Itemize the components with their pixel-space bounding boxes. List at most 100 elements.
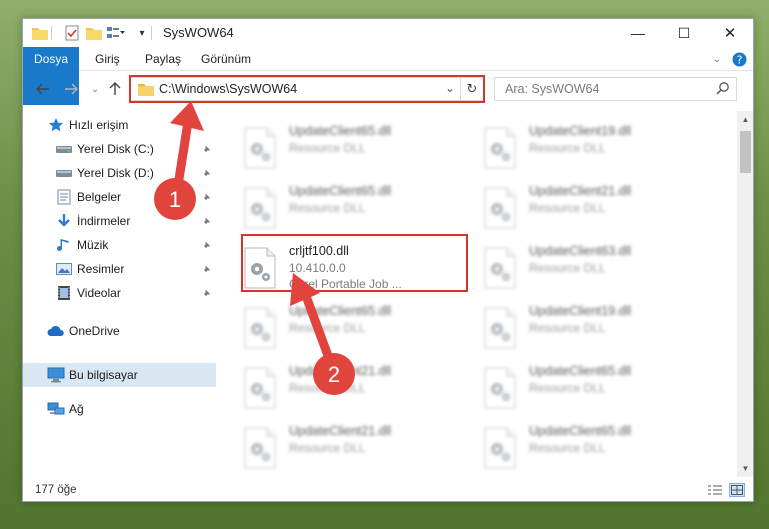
- file-description: Resource DLL: [529, 141, 606, 155]
- file-name: UpdateClient21.dll: [529, 184, 632, 198]
- computer-icon: [47, 366, 65, 384]
- window-title: SysWOW64: [163, 25, 234, 40]
- drive-icon: [55, 164, 73, 182]
- refresh-icon[interactable]: ↻: [464, 80, 480, 98]
- explorer-window: ▾ SysWOW64 — ☐ ✕ Dosya Giriş Paylaş Görü…: [22, 18, 754, 502]
- properties-icon[interactable]: [63, 24, 81, 42]
- file-description: Resource DLL: [529, 261, 606, 275]
- file-name: UpdateClient63.dll: [529, 244, 632, 258]
- sidebar-item-local-disk-c[interactable]: Yerel Disk (C:): [23, 137, 216, 161]
- file-item[interactable]: UpdateClient21.dll Resource DLL: [241, 361, 467, 419]
- file-name: crljtf100.dll: [289, 244, 349, 258]
- pictures-icon: [55, 260, 73, 278]
- search-icon[interactable]: [716, 81, 730, 98]
- svg-text:?: ?: [736, 53, 742, 66]
- dll-file-icon: [483, 247, 517, 289]
- file-type: Corel Portable Job ...: [289, 277, 402, 291]
- dll-file-icon: [243, 307, 277, 349]
- file-item[interactable]: UpdateClient21.dll Resource DLL: [241, 421, 467, 471]
- sidebar-item-music[interactable]: Müzik: [23, 233, 216, 257]
- sidebar-item-onedrive[interactable]: OneDrive: [23, 319, 216, 343]
- navigation-bar: ⌄ C:\Windows\SysWOW64 ⌄ ↻ Ara: SysWOW64: [23, 72, 753, 106]
- pin-icon[interactable]: [201, 239, 213, 251]
- recent-locations-icon[interactable]: ⌄: [85, 79, 105, 99]
- video-icon: [55, 284, 73, 302]
- file-name: UpdateClient65.dll: [529, 364, 632, 378]
- file-item[interactable]: UpdateClient65.dll Resource DLL: [241, 301, 467, 359]
- file-item[interactable]: UpdateClient65.dll Resource DLL: [481, 421, 707, 471]
- vertical-scrollbar[interactable]: ▲ ▼: [737, 111, 753, 477]
- sidebar-item-this-pc[interactable]: Bu bilgisayar: [23, 363, 216, 387]
- file-item[interactable]: UpdateClient65.dll Resource DLL: [241, 181, 467, 239]
- file-description: Resource DLL: [529, 381, 606, 395]
- tab-view[interactable]: Görünüm: [191, 47, 261, 71]
- view-options-icon[interactable]: [107, 24, 125, 42]
- file-item[interactable]: UpdateClient65.dll Resource DLL: [481, 361, 707, 419]
- dll-file-icon: [483, 427, 517, 469]
- up-arrow-icon[interactable]: [105, 79, 125, 99]
- file-item[interactable]: UpdateClient63.dll Resource DLL: [481, 241, 707, 299]
- help-icon[interactable]: ?: [731, 51, 747, 67]
- title-bar: ▾ SysWOW64 — ☐ ✕: [23, 19, 753, 47]
- sidebar-item-videos[interactable]: Videolar: [23, 281, 216, 305]
- pin-icon[interactable]: [201, 287, 213, 299]
- file-item[interactable]: UpdateClient19.dll Resource DLL: [481, 301, 707, 359]
- network-icon: [47, 400, 65, 418]
- close-button[interactable]: ✕: [707, 19, 753, 47]
- file-item-highlighted[interactable]: crljtf100.dll 10.410.0.0 Corel Portable Jo…: [241, 241, 467, 299]
- pin-icon[interactable]: [201, 143, 213, 155]
- dll-file-icon: [243, 127, 277, 169]
- scroll-thumb[interactable]: [740, 131, 751, 173]
- star-icon: [47, 116, 65, 134]
- chevron-down-icon[interactable]: ⌄: [445, 81, 455, 95]
- file-list: UpdateClient65.dll Resource DLL UpdateClie…: [219, 111, 737, 471]
- expand-ribbon-icon[interactable]: ⌄: [709, 51, 725, 67]
- scroll-up-arrow-icon[interactable]: ▲: [737, 111, 753, 128]
- dll-file-icon: [483, 367, 517, 409]
- forward-arrow-icon[interactable]: [61, 79, 81, 99]
- navigation-pane: Hızlı erişim Yerel Disk (C:) Yerel Disk …: [23, 111, 216, 471]
- sidebar-item-documents[interactable]: Belgeler: [23, 185, 216, 209]
- sidebar-item-pictures[interactable]: Resimler: [23, 257, 216, 281]
- search-input[interactable]: Ara: SysWOW64: [494, 77, 737, 101]
- file-description: Resource DLL: [289, 381, 366, 395]
- file-name: UpdateClient65.dll: [289, 184, 392, 198]
- ribbon-tabs: Dosya Giriş Paylaş Görünüm ⌄ ?: [23, 47, 753, 105]
- file-name: UpdateClient21.dll: [289, 364, 392, 378]
- file-item[interactable]: UpdateClient19.dll Resource DLL: [481, 121, 707, 179]
- pin-icon[interactable]: [201, 215, 213, 227]
- minimize-button[interactable]: —: [615, 19, 661, 47]
- sidebar-item-network[interactable]: Ağ: [23, 397, 216, 421]
- file-item[interactable]: UpdateClient21.dll Resource DLL: [481, 181, 707, 239]
- file-description: Resource DLL: [289, 141, 366, 155]
- pin-icon[interactable]: [201, 263, 213, 275]
- file-description: 10.410.0.0: [289, 261, 346, 275]
- large-icons-view-icon[interactable]: [729, 483, 745, 497]
- file-name: UpdateClient19.dll: [529, 124, 632, 138]
- back-arrow-icon[interactable]: [33, 79, 53, 99]
- scroll-down-arrow-icon[interactable]: ▼: [737, 460, 753, 477]
- file-name: UpdateClient19.dll: [529, 304, 632, 318]
- tab-share[interactable]: Paylaş: [135, 47, 191, 71]
- maximize-button[interactable]: ☐: [661, 19, 707, 47]
- address-path: C:\Windows\SysWOW64: [159, 82, 298, 96]
- file-description: Resource DLL: [289, 201, 366, 215]
- tab-home[interactable]: Giriş: [85, 47, 130, 71]
- customize-toolbar-icon[interactable]: ▾: [133, 24, 151, 42]
- file-description: Resource DLL: [289, 321, 366, 335]
- new-folder-icon[interactable]: [85, 24, 103, 42]
- dll-file-icon: [243, 367, 277, 409]
- music-icon: [55, 236, 73, 254]
- sidebar-item-downloads[interactable]: İndirmeler: [23, 209, 216, 233]
- details-view-icon[interactable]: [707, 483, 723, 497]
- pin-icon[interactable]: [201, 191, 213, 203]
- file-description: Resource DLL: [529, 201, 606, 215]
- file-item[interactable]: UpdateClient65.dll Resource DLL: [241, 121, 467, 179]
- file-description: Resource DLL: [289, 441, 366, 455]
- item-count: 177 öğe: [35, 484, 77, 496]
- dll-file-icon: [243, 427, 277, 469]
- address-bar[interactable]: C:\Windows\SysWOW64 ⌄ ↻: [130, 77, 484, 101]
- pin-icon[interactable]: [201, 167, 213, 179]
- sidebar-item-local-disk-d[interactable]: Yerel Disk (D:): [23, 161, 216, 185]
- sidebar-item-quick-access[interactable]: Hızlı erişim: [23, 113, 216, 137]
